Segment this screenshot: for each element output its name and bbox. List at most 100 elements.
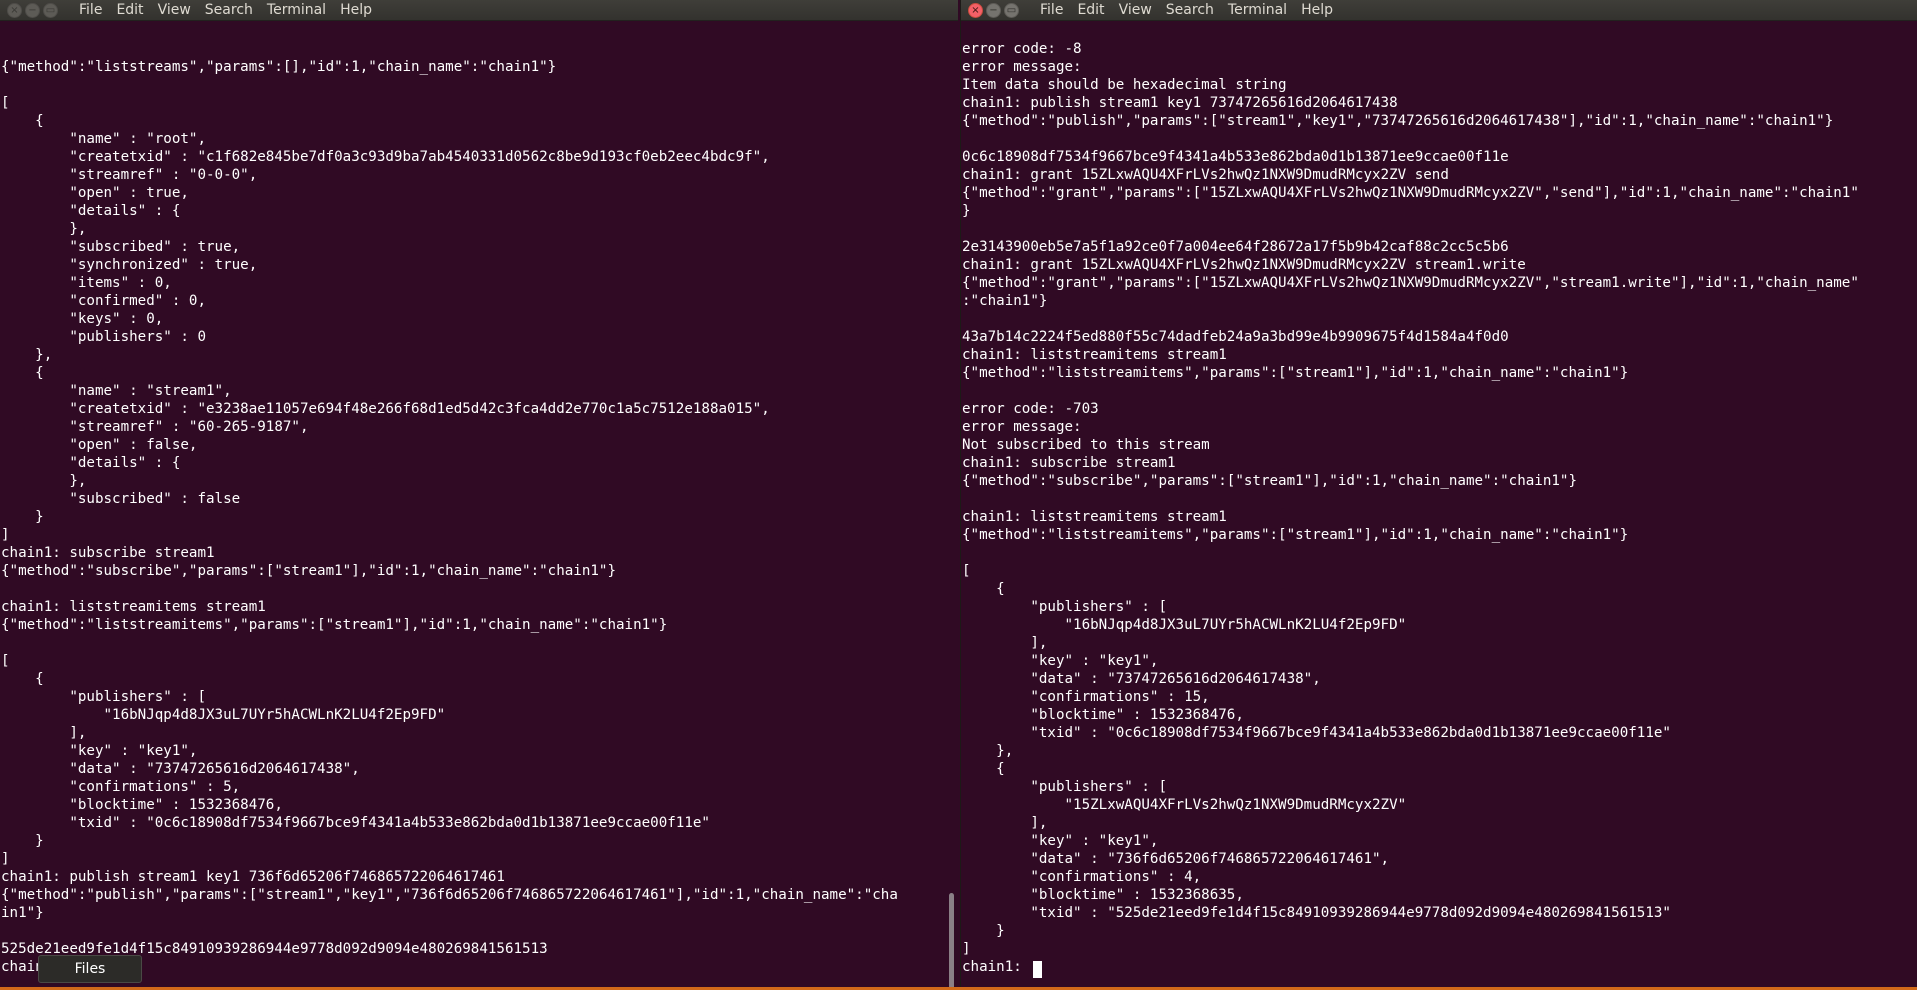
close-window-icon[interactable]: × xyxy=(7,2,22,18)
terminal-line: chain1: liststreamitems stream1 xyxy=(1,599,266,615)
terminal-line: "blocktime" : 1532368476, xyxy=(962,707,1244,723)
terminal-window-right[interactable]: × − ▭ File Edit View Search Terminal Hel… xyxy=(960,0,1917,990)
terminal-line: chain1: subscribe stream1 xyxy=(1,545,215,561)
menu-search[interactable]: Search xyxy=(205,2,253,18)
terminal-line: {"method":"publish","params":["stream1",… xyxy=(1,887,898,903)
terminal-line: error message: xyxy=(962,419,1082,435)
terminal-line: "data" : "73747265616d2064617438", xyxy=(962,671,1321,687)
terminal-line: "confirmed" : 0, xyxy=(1,293,206,309)
menu-file[interactable]: File xyxy=(79,2,102,18)
terminal-line: "data" : "73747265616d2064617438", xyxy=(1,761,360,777)
terminal-line: {"method":"grant","params":["15ZLxwAQU4X… xyxy=(962,185,1859,201)
terminal-line: chain1: liststreamitems stream1 xyxy=(962,509,1227,525)
terminal-line: chain1: grant 15ZLxwAQU4XFrLVs2hwQz1NXW9… xyxy=(962,167,1449,183)
terminal-line: chain1: publish stream1 key1 736f6d65206… xyxy=(1,869,505,885)
terminal-line: "subscribed" : true, xyxy=(1,239,241,255)
terminal-line: 0c6c18908df7534f9667bce9f4341a4b533e862b… xyxy=(962,149,1509,165)
terminal-line: chain1: subscribe stream1 xyxy=(962,455,1176,471)
terminal-line: "blocktime" : 1532368635, xyxy=(962,887,1244,903)
terminal-line: } xyxy=(962,923,1005,939)
terminal-line: Item data should be hexadecimal string xyxy=(962,77,1287,93)
terminal-line: ] xyxy=(962,941,971,957)
terminal-line: Not subscribed to this stream xyxy=(962,437,1210,453)
menu-file[interactable]: File xyxy=(1040,2,1063,18)
maximize-window-icon[interactable]: ▭ xyxy=(1004,2,1019,18)
terminal-line: "subscribed" : false xyxy=(1,491,241,507)
window-titlebar-left[interactable]: × − ▭ File Edit View Search Terminal Hel… xyxy=(0,0,958,21)
scrollbar-thumb-left[interactable] xyxy=(949,893,954,990)
terminal-line: "items" : 0, xyxy=(1,275,172,291)
menu-terminal[interactable]: Terminal xyxy=(267,2,326,18)
terminal-line: } xyxy=(1,509,44,525)
window-controls-left: × − ▭ xyxy=(7,2,58,18)
terminal-line: chain1: liststreamitems stream1 xyxy=(962,347,1227,363)
terminal-line: {"method":"liststreamitems","params":["s… xyxy=(962,365,1629,381)
scrollbar-left[interactable] xyxy=(948,21,956,990)
terminal-line: { xyxy=(962,761,1005,777)
terminal-line: ], xyxy=(1,725,87,741)
terminal-line: } xyxy=(1,833,44,849)
terminal-line: }, xyxy=(1,221,87,237)
menu-view[interactable]: View xyxy=(1119,2,1152,18)
terminal-output-right[interactable]: error code: -8 error message: Item data sh… xyxy=(962,22,1906,990)
terminal-line: "open" : false, xyxy=(1,437,198,453)
terminal-line: "synchronized" : true, xyxy=(1,257,258,273)
files-tooltip: Files xyxy=(38,955,142,983)
terminal-line: { xyxy=(1,671,44,687)
window-titlebar-right[interactable]: × − ▭ File Edit View Search Terminal Hel… xyxy=(961,0,1917,21)
terminal-line: "key" : "key1", xyxy=(1,743,198,759)
close-window-icon[interactable]: × xyxy=(968,2,983,18)
terminal-line: "data" : "736f6d65206f746865722064617461… xyxy=(962,851,1390,867)
terminal-line: [ xyxy=(1,95,10,111)
menu-view[interactable]: View xyxy=(158,2,191,18)
terminal-line: "details" : { xyxy=(1,455,181,471)
terminal-line: "confirmations" : 4, xyxy=(962,869,1202,885)
terminal-line: "publishers" : [ xyxy=(1,689,206,705)
terminal-line: { xyxy=(1,365,44,381)
menu-help[interactable]: Help xyxy=(1301,2,1333,18)
terminal-line: }, xyxy=(1,473,87,489)
terminal-line: "txid" : "0c6c18908df7534f9667bce9f4341a… xyxy=(1,815,710,831)
terminal-line: "streamref" : "0-0-0", xyxy=(1,167,258,183)
maximize-window-icon[interactable]: ▭ xyxy=(43,2,58,18)
terminal-line: {"method":"liststreams","params":[],"id"… xyxy=(1,59,557,75)
menu-edit[interactable]: Edit xyxy=(116,2,143,18)
terminal-line: }, xyxy=(962,743,1014,759)
terminal-line: 525de21eed9fe1d4f15c84910939286944e9778d… xyxy=(1,941,548,957)
menu-search[interactable]: Search xyxy=(1166,2,1214,18)
terminal-output-left[interactable]: {"method":"liststreams","params":[],"id"… xyxy=(1,22,946,990)
minimize-window-icon[interactable]: − xyxy=(25,2,40,18)
terminal-line: "txid" : "525de21eed9fe1d4f15c8491093928… xyxy=(962,905,1671,921)
menu-help[interactable]: Help xyxy=(340,2,372,18)
terminal-line: error code: -8 xyxy=(962,41,1082,57)
terminal-line: "16bNJqp4d8JX3uL7UYr5hACWLnK2LU4f2Ep9FD" xyxy=(1,707,446,723)
terminal-line: "name" : "stream1", xyxy=(1,383,232,399)
terminal-line: { xyxy=(962,581,1005,597)
terminal-line: {"method":"liststreamitems","params":["s… xyxy=(962,527,1629,543)
terminal-line: "createtxid" : "e3238ae11057e694f48e266f… xyxy=(1,401,770,417)
terminal-line: "publishers" : 0 xyxy=(1,329,206,345)
terminal-line: "16bNJqp4d8JX3uL7UYr5hACWLnK2LU4f2Ep9FD" xyxy=(962,617,1407,633)
terminal-line: {"method":"publish","params":["stream1",… xyxy=(962,113,1834,129)
terminal-line: "15ZLxwAQU4XFrLVs2hwQz1NXW9DmudRMcyx2ZV" xyxy=(962,797,1407,813)
terminal-line: :"chain1"} xyxy=(962,293,1048,309)
terminal-line: ] xyxy=(1,851,10,867)
terminal-window-left[interactable]: × − ▭ File Edit View Search Terminal Hel… xyxy=(0,0,958,990)
terminal-line: "publishers" : [ xyxy=(962,599,1167,615)
terminal-line: }, xyxy=(1,347,53,363)
terminal-line: ], xyxy=(962,815,1048,831)
terminal-line: "confirmations" : 15, xyxy=(962,689,1210,705)
minimize-window-icon[interactable]: − xyxy=(986,2,1001,18)
terminal-line: {"method":"subscribe","params":["stream1… xyxy=(962,473,1577,489)
menu-edit[interactable]: Edit xyxy=(1077,2,1104,18)
terminal-line: 43a7b14c2224f5ed880f55c74dadfeb24a9a3bd9… xyxy=(962,329,1509,345)
menu-terminal[interactable]: Terminal xyxy=(1228,2,1287,18)
terminal-line: in1"} xyxy=(1,905,44,921)
